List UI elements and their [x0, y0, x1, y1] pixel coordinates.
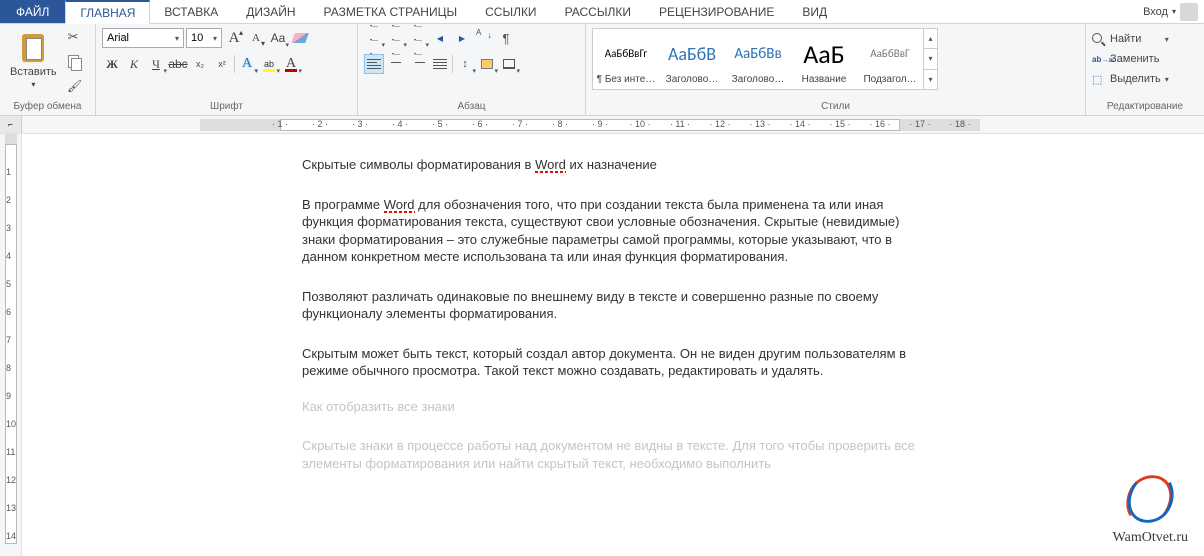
ruler-corner[interactable]: ⌐	[0, 116, 22, 133]
font-color-button[interactable]: A	[281, 54, 301, 74]
select-button[interactable]: Выделить▾	[1092, 70, 1169, 88]
style-heading2[interactable]: АаБбВвЗаголово…	[725, 29, 791, 89]
group-label-styles: Стили	[592, 99, 1079, 115]
style-normal[interactable]: АаБбВвГг¶ Без инте…	[593, 29, 659, 89]
styles-gallery: АаБбВвГг¶ Без инте… АаБбВЗаголово… АаБбВ…	[592, 28, 938, 90]
group-editing: Найти▾ Заменить Выделить▾ Редактирование	[1086, 24, 1204, 115]
grow-font-button[interactable]: A▴	[224, 28, 244, 48]
copy-icon	[68, 55, 82, 69]
group-label-paragraph: Абзац	[364, 99, 579, 115]
style-heading1[interactable]: АаБбВЗаголово…	[659, 29, 725, 89]
tab-design[interactable]: ДИЗАЙН	[232, 0, 309, 23]
replace-icon	[1092, 55, 1106, 64]
bullets-button[interactable]	[364, 28, 384, 48]
font-size-select[interactable]: 10▾	[186, 28, 222, 48]
styles-scroll: ▴ ▾ ▾	[923, 29, 937, 89]
doc-paragraph-4[interactable]: Скрытым может быть текст, который создал…	[302, 345, 922, 380]
doc-paragraph-6[interactable]: Скрытые знаки в процессе работы над доку…	[302, 437, 922, 472]
change-case-button[interactable]: Aa	[268, 28, 288, 48]
group-label-editing: Редактирование	[1092, 99, 1198, 115]
show-marks-button[interactable]	[496, 28, 516, 48]
account-login[interactable]: Вход ▾	[1143, 0, 1204, 23]
avatar-icon	[1180, 3, 1198, 21]
format-painter-button[interactable]	[65, 76, 85, 96]
shrink-font-button[interactable]: A▾	[246, 28, 266, 48]
borders-button[interactable]	[499, 54, 519, 74]
line-spacing-button[interactable]	[455, 54, 475, 74]
tab-insert[interactable]: ВСТАВКА	[150, 0, 232, 23]
group-paragraph: Абзац	[358, 24, 586, 115]
watermark: WamOtvet.ru	[1113, 473, 1188, 546]
style-subtitle[interactable]: АаБбВвГПодзагол…	[857, 29, 923, 89]
tab-review[interactable]: РЕЦЕНЗИРОВАНИЕ	[645, 0, 788, 23]
tab-layout[interactable]: РАЗМЕТКА СТРАНИЦЫ	[310, 0, 472, 23]
decrease-indent-button[interactable]	[430, 28, 450, 48]
group-label-clipboard: Буфер обмена	[6, 99, 89, 115]
vertical-ruler[interactable]: 1234567891011121314	[0, 134, 22, 556]
find-button[interactable]: Найти▾	[1092, 30, 1169, 48]
scissors-icon	[68, 31, 82, 45]
paste-icon	[18, 30, 48, 64]
subscript-button[interactable]: x₂	[190, 54, 210, 74]
styles-expand[interactable]: ▾	[924, 70, 937, 89]
bullets-icon	[370, 17, 378, 59]
doc-paragraph-2[interactable]: В программе Word для обозначения того, ч…	[302, 196, 922, 266]
styles-scroll-down[interactable]: ▾	[924, 49, 937, 69]
justify-button[interactable]	[430, 54, 450, 74]
tab-mailings[interactable]: РАССЫЛКИ	[551, 0, 645, 23]
style-title[interactable]: АаБНазвание	[791, 29, 857, 89]
multilevel-icon	[414, 17, 422, 59]
tab-view[interactable]: ВИД	[788, 0, 841, 23]
clear-formatting-button[interactable]	[290, 28, 310, 48]
border-icon	[503, 59, 515, 69]
copy-button[interactable]	[65, 52, 85, 72]
replace-button[interactable]: Заменить	[1092, 50, 1169, 68]
sort-button[interactable]	[474, 28, 494, 48]
tab-home[interactable]: ГЛАВНАЯ	[65, 0, 150, 24]
font-name-select[interactable]: Arial▾	[102, 28, 184, 48]
group-label-font: Шрифт	[102, 99, 351, 115]
underline-button[interactable]: Ч	[146, 54, 166, 74]
superscript-button[interactable]: x²	[212, 54, 232, 74]
bold-button[interactable]: Ж	[102, 54, 122, 74]
paste-label: Вставить	[10, 66, 57, 78]
multilevel-button[interactable]	[408, 28, 428, 48]
find-icon	[1092, 33, 1106, 45]
horizontal-ruler[interactable]: ⌐ · 1 ·· 2 ·· 3 ·· 4 ·· 5 ·· 6 ·· 7 ·· 8…	[0, 116, 1204, 134]
doc-paragraph-1[interactable]: Скрытые символы форматирования в Word их…	[302, 156, 922, 174]
group-styles: АаБбВвГг¶ Без инте… АаБбВЗаголово… АаБбВ…	[586, 24, 1086, 115]
tab-references[interactable]: ССЫЛКИ	[471, 0, 550, 23]
select-icon	[1092, 73, 1106, 86]
styles-scroll-up[interactable]: ▴	[924, 29, 937, 49]
eraser-icon	[291, 33, 309, 43]
doc-paragraph-5[interactable]: Как отобразить все знаки	[302, 398, 922, 416]
fill-icon	[481, 59, 493, 69]
highlight-button[interactable]: ab	[259, 54, 279, 74]
login-label: Вход	[1143, 6, 1168, 18]
cut-button[interactable]	[65, 28, 85, 48]
document-area: 1234567891011121314 Скрытые символы форм…	[0, 134, 1204, 556]
group-font: Arial▾ 10▾ A▴ A▾ Aa Ж К Ч abc x₂ x² A ab	[96, 24, 358, 115]
strikethrough-button[interactable]: abc	[168, 54, 188, 74]
menu-tabs: ФАЙЛ ГЛАВНАЯ ВСТАВКА ДИЗАЙН РАЗМЕТКА СТР…	[0, 0, 1204, 24]
tab-file[interactable]: ФАЙЛ	[0, 0, 65, 23]
watermark-logo-icon	[1121, 473, 1179, 525]
doc-paragraph-3[interactable]: Позволяют различать одинаковые по внешне…	[302, 288, 922, 323]
numbering-button[interactable]	[386, 28, 406, 48]
text-effects-button[interactable]: A	[237, 54, 257, 74]
document-page[interactable]: Скрытые символы форматирования в Word их…	[222, 134, 1002, 556]
align-left-button[interactable]	[364, 54, 384, 74]
paste-button[interactable]: Вставить▾	[6, 28, 61, 92]
ribbon: Вставить▾ Буфер обмена Arial▾ 10▾ A▴ A▾ …	[0, 24, 1204, 116]
shading-button[interactable]	[477, 54, 497, 74]
increase-indent-button[interactable]	[452, 28, 472, 48]
group-clipboard: Вставить▾ Буфер обмена	[0, 24, 96, 115]
align-center-button[interactable]	[386, 54, 406, 74]
watermark-text: WamOtvet.ru	[1113, 530, 1188, 546]
italic-button[interactable]: К	[124, 54, 144, 74]
align-right-button[interactable]	[408, 54, 428, 74]
numbering-icon	[392, 17, 400, 59]
